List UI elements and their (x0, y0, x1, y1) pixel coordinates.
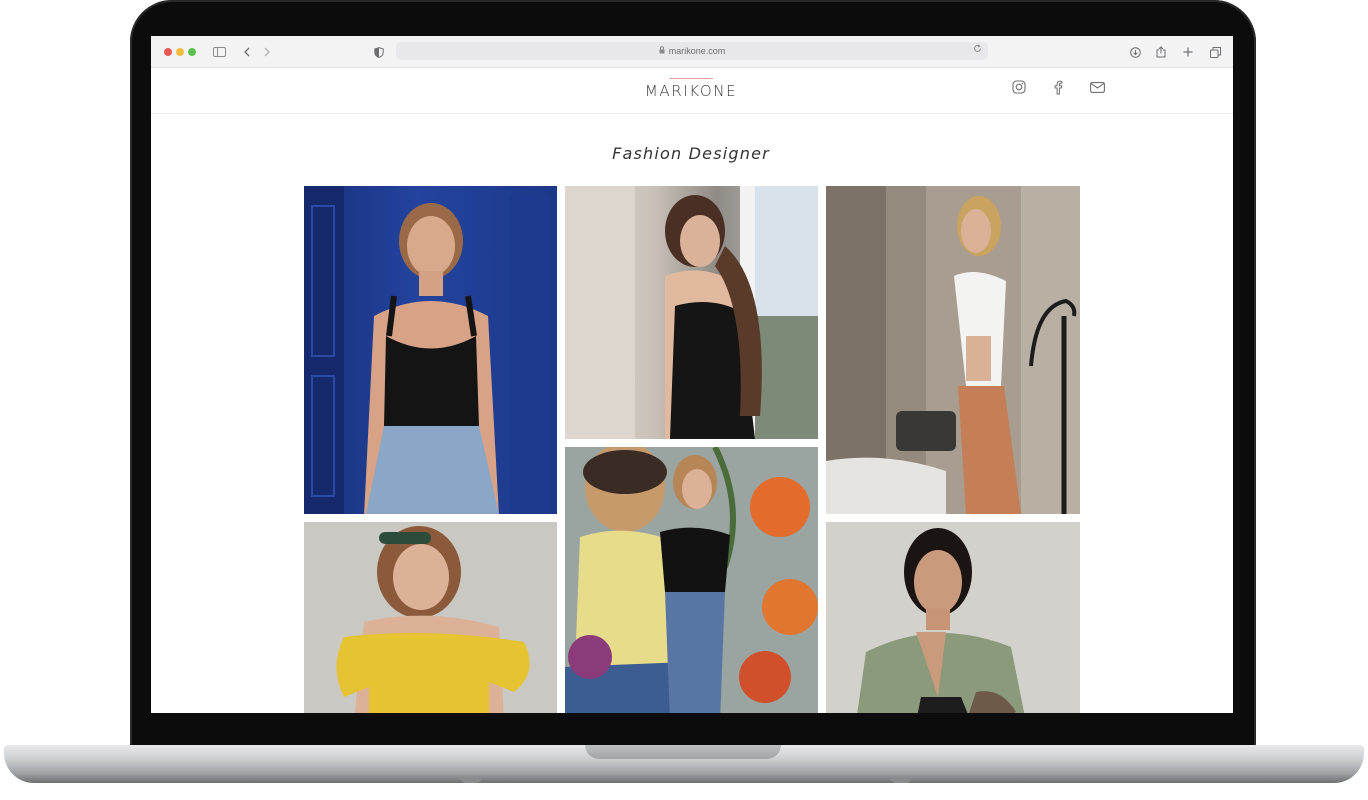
instagram-icon[interactable] (1011, 79, 1027, 95)
gallery-photo-yellow-top[interactable] (304, 522, 557, 713)
browser-toolbar: marikone.com (151, 36, 1233, 68)
minimize-window-button[interactable] (176, 48, 184, 56)
laptop-foot (460, 777, 482, 783)
site-logo[interactable]: MARIKONE (621, 82, 761, 100)
laptop-foot (890, 777, 912, 783)
gallery-photo-green-blazer[interactable] (826, 522, 1080, 713)
gallery-photo-white-shirt[interactable] (826, 186, 1080, 514)
browser-screen: marikone.com MARIKONE Fashion Designer (151, 36, 1233, 713)
sidebar-toggle-icon[interactable] (211, 43, 227, 61)
gallery-photo-window[interactable] (565, 186, 818, 439)
forward-icon[interactable] (261, 43, 273, 61)
gallery-photo-blue-door[interactable] (304, 186, 557, 514)
downloads-icon[interactable] (1128, 43, 1142, 61)
site-header: MARIKONE (151, 68, 1233, 114)
tab-overview-icon[interactable] (1208, 43, 1222, 61)
address-bar[interactable]: marikone.com (396, 42, 988, 60)
mail-icon[interactable] (1089, 79, 1105, 95)
zoom-window-button[interactable] (188, 48, 196, 56)
page-title: Fashion Designer (612, 144, 770, 163)
url-text: marikone.com (668, 46, 726, 56)
facebook-icon[interactable] (1050, 79, 1066, 95)
gallery-photo-mural[interactable] (565, 447, 818, 713)
laptop-hinge-notch (585, 745, 781, 759)
privacy-shield-icon[interactable] (372, 43, 386, 61)
logo-accent-line (669, 78, 713, 79)
lock-icon (659, 46, 665, 56)
new-tab-icon[interactable] (1181, 43, 1195, 61)
reload-icon[interactable] (973, 44, 982, 56)
back-icon[interactable] (241, 43, 253, 61)
share-icon[interactable] (1154, 43, 1168, 61)
close-window-button[interactable] (164, 48, 172, 56)
